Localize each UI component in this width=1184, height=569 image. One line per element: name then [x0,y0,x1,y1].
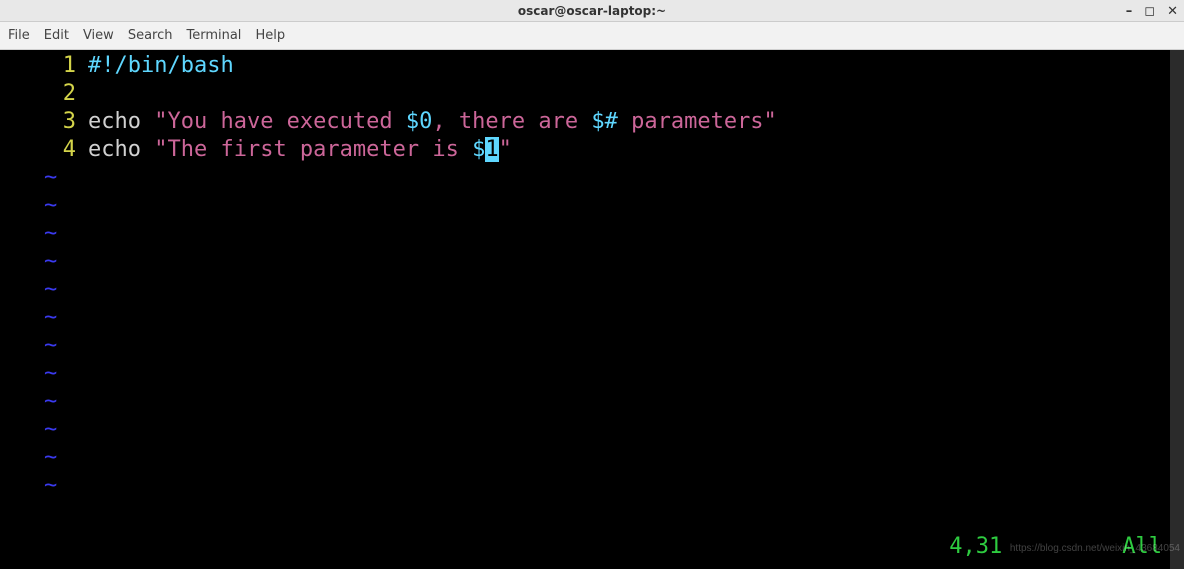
maximize-button[interactable]: ◻ [1144,5,1155,18]
string-literal: "The first parameter is [154,137,472,162]
window-title: oscar@oscar-laptop:~ [518,4,666,18]
tilde-marker: ~ [0,248,57,276]
line-number: 2 [0,80,88,108]
variable: $ [472,137,485,162]
tilde-marker: ~ [0,192,57,220]
empty-line: ~ [0,304,1184,332]
empty-line: ~ [0,360,1184,388]
tilde-marker: ~ [0,360,57,388]
code-line: 3 echo "You have executed $0, there are … [0,108,1184,136]
tilde-marker: ~ [0,220,57,248]
echo-cmd: echo [88,109,154,134]
empty-line: ~ [0,332,1184,360]
cursor-position: 4,31 [949,533,1002,561]
terminal-editor[interactable]: 1 #!/bin/bash 2 3 echo "You have execute… [0,50,1184,569]
empty-line: ~ [0,164,1184,192]
tilde-marker: ~ [0,444,57,472]
code-area: 1 #!/bin/bash 2 3 echo "You have execute… [0,50,1184,500]
tilde-marker: ~ [0,276,57,304]
cursor: 1 [485,137,498,162]
menu-file[interactable]: File [8,28,30,43]
close-button[interactable]: ✕ [1167,5,1178,18]
code-line: 2 [0,80,1184,108]
echo-cmd: echo [88,137,154,162]
empty-line: ~ [0,276,1184,304]
shebang: #!/bin/bash [88,53,234,78]
empty-line: ~ [0,416,1184,444]
line-number: 4 [0,136,88,164]
menu-terminal[interactable]: Terminal [186,28,241,43]
code-content: echo "You have executed $0, there are $#… [88,108,777,136]
menu-help[interactable]: Help [255,28,285,43]
string-literal: , there are [432,109,591,134]
code-line: 4 echo "The first parameter is $1" [0,136,1184,164]
menu-search[interactable]: Search [128,28,173,43]
menu-bar: File Edit View Search Terminal Help [0,22,1184,50]
empty-line: ~ [0,192,1184,220]
code-content: echo "The first parameter is $1" [88,136,512,164]
string-literal: parameters" [618,109,777,134]
line-number: 1 [0,52,88,80]
empty-line: ~ [0,444,1184,472]
tilde-marker: ~ [0,388,57,416]
line-number: 3 [0,108,88,136]
variable: $# [591,109,618,134]
window-controls: – ◻ ✕ [1126,0,1178,22]
empty-line: ~ [0,472,1184,500]
tilde-marker: ~ [0,332,57,360]
code-content: #!/bin/bash [88,52,234,80]
menu-edit[interactable]: Edit [44,28,69,43]
variable: $0 [406,109,433,134]
string-literal: "You have executed [154,109,406,134]
empty-line: ~ [0,248,1184,276]
tilde-marker: ~ [0,416,57,444]
minimize-button[interactable]: – [1126,5,1133,18]
code-line: 1 #!/bin/bash [0,52,1184,80]
scrollbar[interactable] [1170,50,1184,569]
menu-view[interactable]: View [83,28,114,43]
tilde-marker: ~ [0,472,57,500]
watermark: https://blog.csdn.net/weixin_43684054 [1010,535,1180,563]
tilde-marker: ~ [0,164,57,192]
empty-line: ~ [0,220,1184,248]
window-titlebar: oscar@oscar-laptop:~ – ◻ ✕ [0,0,1184,22]
empty-line: ~ [0,388,1184,416]
string-literal: " [499,137,512,162]
tilde-marker: ~ [0,304,57,332]
